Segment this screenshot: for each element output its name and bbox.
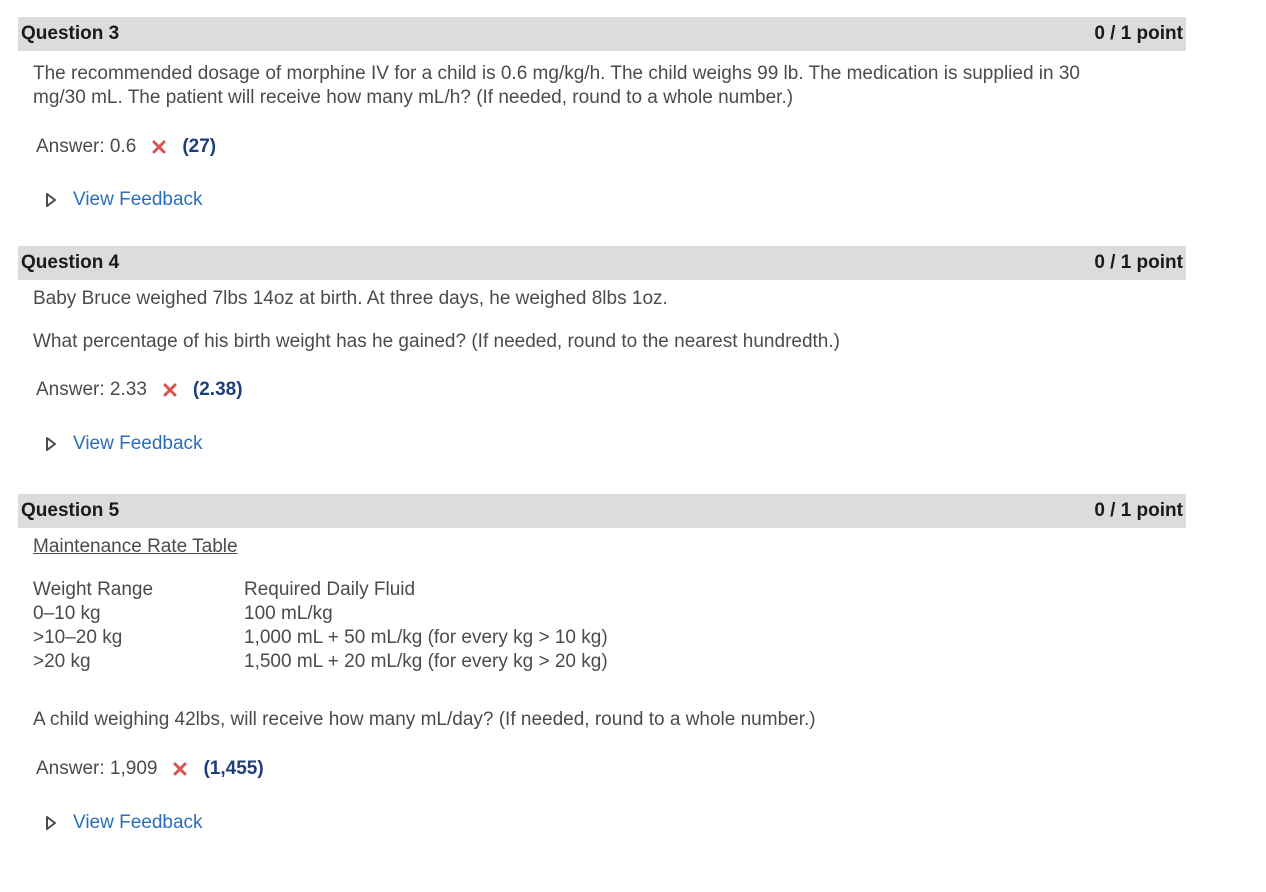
view-feedback-link[interactable]: View Feedback xyxy=(73,811,203,835)
table-header: Weight Range xyxy=(33,579,154,600)
x-mark-icon xyxy=(163,383,177,397)
question-5: Question 5 0 / 1 point Maintenance Rate … xyxy=(18,494,1186,835)
view-feedback-toggle[interactable]: View Feedback xyxy=(45,432,1186,456)
table-header: Required Daily Fluid xyxy=(244,579,416,600)
question-header: Question 3 0 / 1 point xyxy=(18,17,1186,51)
submitted-answer: Answer: 1,909 xyxy=(36,758,158,779)
expand-triangle-icon xyxy=(46,193,56,207)
correct-answer: (2.38) xyxy=(192,379,243,400)
expand-triangle-icon xyxy=(46,816,56,830)
question-text: The recommended dosage of morphine IV fo… xyxy=(33,62,1186,110)
view-feedback-link[interactable]: View Feedback xyxy=(73,432,203,456)
question-text-line: mg/30 mL. The patient will receive how m… xyxy=(33,87,794,108)
submitted-answer: Answer: 0.6 xyxy=(36,136,137,157)
question-header: Question 5 0 / 1 point xyxy=(18,494,1186,528)
answer-row: Answer: 1,909 (1,455) xyxy=(36,757,1186,781)
answer-row: Answer: 0.6 (27) xyxy=(36,135,1186,159)
question-4: Question 4 0 / 1 point Baby Bruce weighe… xyxy=(18,246,1186,456)
submitted-answer: Answer: 2.33 xyxy=(36,379,147,400)
question-title: Question 3 xyxy=(21,23,120,44)
question-text: Baby Bruce weighed 7lbs 14oz at birth. A… xyxy=(33,288,668,309)
question-title: Question 5 xyxy=(21,500,120,521)
table-cell: 1,000 mL + 50 mL/kg (for every kg > 10 k… xyxy=(244,627,608,648)
question-text: A child weighing 42lbs, will receive how… xyxy=(33,709,816,730)
table-cell: 0–10 kg xyxy=(33,603,101,624)
table-cell: >10–20 kg xyxy=(33,627,123,648)
question-points: 0 / 1 point xyxy=(1094,252,1183,273)
answer-row: Answer: 2.33 (2.38) xyxy=(36,378,1186,402)
question-points: 0 / 1 point xyxy=(1094,500,1183,521)
question-text-line: The recommended dosage of morphine IV fo… xyxy=(33,63,1080,84)
table-title: Maintenance Rate Table xyxy=(33,536,238,557)
view-feedback-link[interactable]: View Feedback xyxy=(73,188,203,212)
question-points: 0 / 1 point xyxy=(1094,23,1183,44)
table-cell: 1,500 mL + 20 mL/kg (for every kg > 20 k… xyxy=(244,651,608,672)
correct-answer: (1,455) xyxy=(203,758,264,779)
question-title: Question 4 xyxy=(21,252,120,273)
table-cell: >20 kg xyxy=(33,651,91,672)
view-feedback-toggle[interactable]: View Feedback xyxy=(45,188,1186,212)
question-text: What percentage of his birth weight has … xyxy=(33,331,840,352)
question-3: Question 3 0 / 1 point The recommended d… xyxy=(18,17,1186,212)
table-cell: 100 mL/kg xyxy=(244,603,333,624)
expand-triangle-icon xyxy=(46,437,56,451)
maintenance-rate-table: Weight Range Required Daily Fluid 0–10 k… xyxy=(33,578,1186,674)
view-feedback-toggle[interactable]: View Feedback xyxy=(45,811,1186,835)
correct-answer: (27) xyxy=(182,136,217,157)
question-header: Question 4 0 / 1 point xyxy=(18,246,1186,280)
x-mark-icon xyxy=(173,762,187,776)
x-mark-icon xyxy=(152,140,166,154)
